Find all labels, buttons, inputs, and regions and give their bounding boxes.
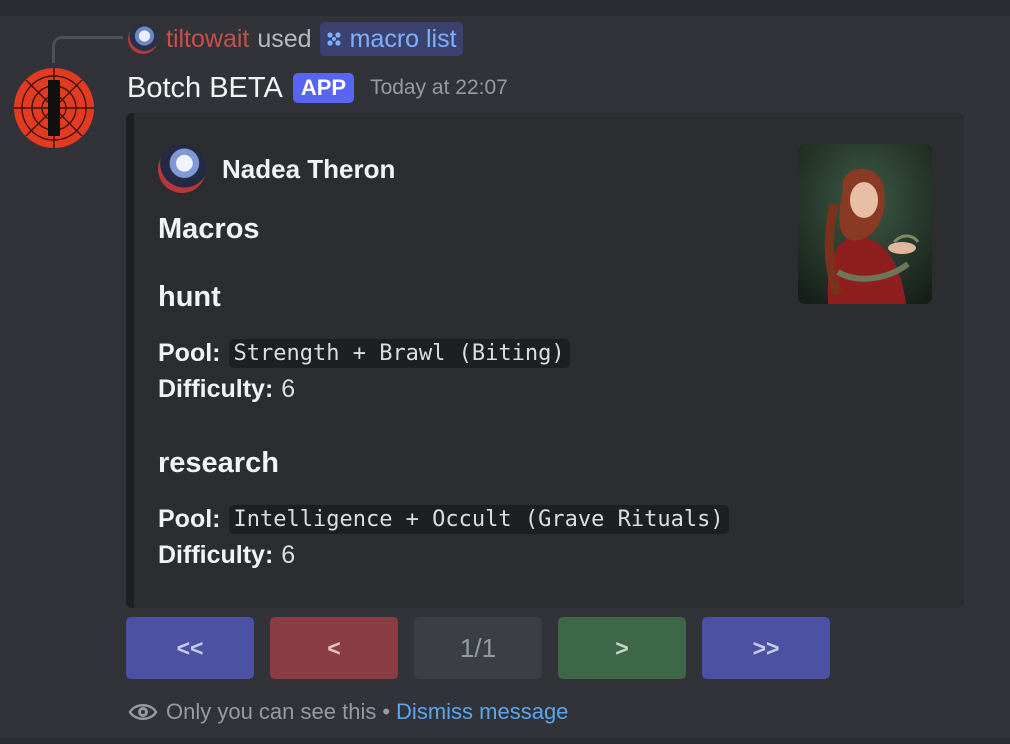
command-name: macro list: [349, 24, 457, 53]
bottom-strip: [0, 738, 1010, 744]
macro-embed: Nadea Theron Macros hunt Pool: Strength …: [126, 113, 964, 608]
embed-title: Macros: [158, 213, 260, 245]
embed-author: Nadea Theron: [158, 145, 395, 193]
top-strip: [0, 0, 1010, 16]
reply-reference[interactable]: tiltowait used macro list: [128, 22, 463, 56]
page-indicator-button[interactable]: 1/1: [414, 617, 542, 679]
macro-name-hunt: hunt: [158, 281, 221, 313]
pool-label: Pool:: [158, 505, 221, 533]
pool-value: Intelligence + Occult (Grave Rituals): [228, 505, 729, 534]
ephemeral-text: Only you can see this: [166, 699, 377, 724]
command-chip[interactable]: macro list: [319, 22, 463, 56]
bot-name[interactable]: Botch BETA: [127, 72, 283, 105]
pool-label: Pool:: [158, 339, 221, 367]
macro-name-research: research: [158, 447, 279, 479]
slash-command-icon: [326, 32, 341, 46]
difficulty-value: 6: [281, 541, 296, 569]
message-header: Botch BETA APP Today at 22:07: [127, 68, 508, 108]
macro-pool-hunt: Pool: Strength + Brawl (Biting): [158, 339, 570, 368]
embed-author-name: Nadea Theron: [222, 153, 396, 184]
replier-username[interactable]: tiltowait: [166, 25, 249, 54]
last-page-button[interactable]: >>: [702, 617, 830, 679]
difficulty-label: Difficulty:: [158, 375, 274, 403]
macro-difficulty-research: Difficulty: 6: [158, 541, 295, 570]
next-page-button[interactable]: >: [558, 617, 686, 679]
character-portrait-image: [798, 144, 932, 304]
ephemeral-notice: Only you can see this • Dismiss message: [128, 697, 568, 727]
difficulty-value: 6: [281, 375, 296, 403]
macro-pool-research: Pool: Intelligence + Occult (Grave Ritua…: [158, 505, 729, 534]
bot-avatar[interactable]: [14, 68, 94, 148]
replier-avatar[interactable]: [128, 24, 158, 54]
reply-spine: [52, 36, 123, 63]
first-page-button[interactable]: <<: [126, 617, 254, 679]
eye-icon: [128, 704, 158, 720]
character-avatar: [158, 145, 206, 193]
macro-difficulty-hunt: Difficulty: 6: [158, 375, 295, 404]
difficulty-label: Difficulty:: [158, 541, 274, 569]
character-portrait[interactable]: [798, 144, 932, 304]
previous-page-button[interactable]: <: [270, 617, 398, 679]
dismiss-message-link[interactable]: Dismiss message: [396, 699, 568, 725]
footer-separator: •: [382, 699, 391, 724]
pool-value: Strength + Brawl (Biting): [228, 339, 570, 368]
app-badge: APP: [292, 73, 355, 103]
message-timestamp[interactable]: Today at 22:07: [370, 76, 508, 100]
reply-used-text: used: [257, 24, 312, 53]
spiderweb-logo-icon: [14, 68, 94, 148]
